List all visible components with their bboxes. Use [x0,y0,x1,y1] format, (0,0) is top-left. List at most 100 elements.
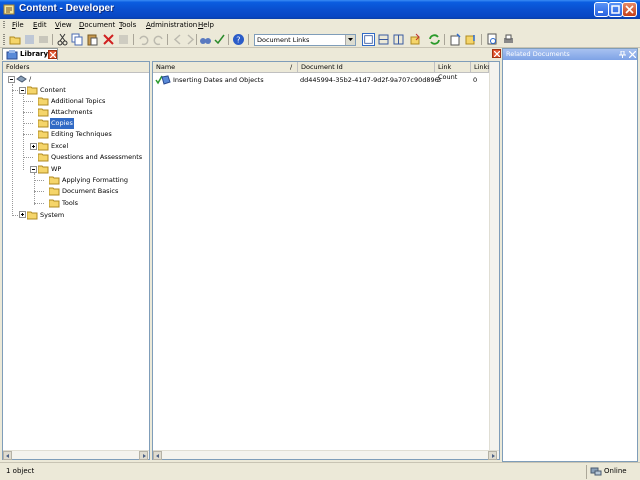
tree-item-label: / [29,75,32,83]
tree-collapse-root[interactable] [8,76,15,83]
menu-bar: File Edit View Document Tools Administra… [0,19,640,31]
document-links-select[interactable]: Document Links [254,34,356,46]
tree-line [34,180,44,181]
toolbar-separator [481,34,482,45]
menu-grip [3,21,5,29]
menu-administration[interactable]: Administration [146,20,197,30]
delete-icon[interactable] [102,33,115,46]
layout-horizontal-icon[interactable] [377,33,390,46]
folder-icon [49,176,60,185]
preview-icon[interactable] [486,33,499,46]
close-icon [625,5,634,14]
documents-horizontal-scrollbar[interactable] [153,450,499,460]
tree-item-label: System [40,211,65,219]
export-icon[interactable] [409,33,422,46]
tree-line [12,215,18,216]
scroll-left-button[interactable] [3,451,12,460]
print-icon[interactable] [502,33,515,46]
tree-line [23,157,33,158]
properties-icon[interactable] [117,33,130,46]
tree-line [12,84,13,216]
close-button[interactable] [622,2,637,17]
tree-collapse-content[interactable] [19,87,26,94]
scroll-left-button[interactable] [153,451,162,460]
redo-icon[interactable] [152,33,165,46]
check-in-icon[interactable] [37,33,50,46]
documents-vertical-scrollbar[interactable] [489,62,499,450]
folder-icon [38,130,49,139]
publish-icon[interactable] [449,33,462,46]
chevron-down-icon[interactable] [345,35,355,45]
tree-item-label: Excel [51,142,69,150]
document-name: Inserting Dates and Objects [173,76,264,84]
maximize-button[interactable] [608,2,623,17]
menu-help[interactable]: Help [198,20,214,30]
save-icon[interactable] [23,33,36,46]
import-icon[interactable] [465,33,478,46]
tree-item-label: Questions and Assessments [51,153,143,161]
back-icon[interactable] [171,33,184,46]
folder-open-icon [38,165,49,174]
toolbar: ? Document Links [0,31,640,48]
spell-check-icon[interactable] [213,33,226,46]
pin-icon[interactable] [619,51,626,58]
copy-icon[interactable] [71,33,84,46]
paste-icon[interactable] [86,33,99,46]
cut-icon[interactable] [56,33,69,46]
close-icon [494,51,500,57]
folder-icon [38,142,49,151]
tree-line [23,123,33,124]
table-row[interactable]: Inserting Dates and Objects dd445994-35b… [153,62,489,86]
tree-item-label: Content [40,86,66,94]
minimize-button[interactable] [594,2,609,17]
document-links: 0 [473,76,478,84]
layout-single-icon[interactable] [362,33,375,46]
menu-file[interactable]: File [12,20,24,30]
tree-item-label: Tools [62,199,79,207]
toolbar-separator [52,34,53,45]
tree-expand-system[interactable] [19,211,26,218]
close-icon[interactable] [629,51,636,58]
menu-tools[interactable]: Tools [119,20,136,30]
status-divider [586,465,587,479]
documents-pane: Name / Document Id Link Count Links Inse… [152,61,500,460]
folders-horizontal-scrollbar[interactable] [3,450,149,460]
maximize-icon [611,5,620,14]
menu-edit[interactable]: Edit [33,20,47,30]
find-icon[interactable] [199,33,212,46]
folders-pane: Folders / Content Additional Topics Atta… [2,61,150,460]
toolbar-separator [444,34,445,45]
title-bar: Content - Developer [0,0,640,19]
toolbar-separator [196,34,197,45]
folders-header: Folders [3,62,149,73]
close-tab-button[interactable] [48,50,57,59]
minimize-icon [598,11,603,13]
scroll-right-button[interactable] [139,451,148,460]
chevron-left-icon [156,454,159,458]
open-folder-icon[interactable] [9,33,22,46]
undo-icon[interactable] [137,33,150,46]
library-icon [6,50,18,60]
tree-item-label: WP [51,165,62,173]
layout-vertical-icon[interactable] [392,33,405,46]
close-library-pane-button[interactable] [492,49,501,58]
menu-view[interactable]: View [55,20,72,30]
tree-item-label: Editing Techniques [51,130,112,138]
tab-library[interactable]: Library [2,48,58,60]
toolbar-grip [3,34,5,45]
menu-document[interactable]: Document [79,20,115,30]
library-tab-strip: Library [0,48,502,61]
tree-line [34,173,35,205]
tree-collapse-wp[interactable] [30,166,37,173]
help-icon[interactable]: ? [232,33,245,46]
drive-icon [16,75,27,83]
refresh-icon[interactable] [428,33,441,46]
chevron-left-icon [6,454,9,458]
document-link-count: 3 [437,76,442,84]
tree-expand-excel[interactable] [30,143,37,150]
folder-icon [38,108,49,117]
scroll-right-button[interactable] [488,451,497,460]
svg-text:?: ? [236,36,240,45]
folder-icon [49,187,60,196]
related-documents-pane: Related Documents [502,48,638,462]
